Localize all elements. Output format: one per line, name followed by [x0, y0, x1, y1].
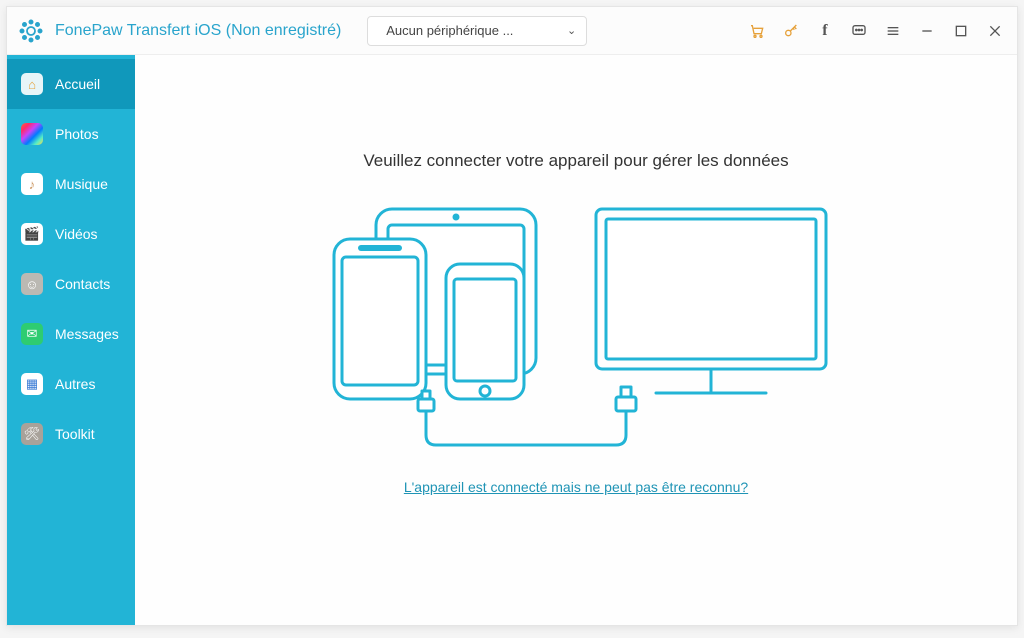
connect-illustration — [316, 199, 836, 449]
home-icon: ⌂ — [21, 73, 43, 95]
menu-icon[interactable] — [883, 21, 903, 41]
body: ⌂ Accueil Photos ♪ Musique 🎬 Vidéos ☺ Co… — [7, 55, 1017, 625]
sidebar-item-label: Contacts — [55, 276, 110, 292]
sidebar-item-label: Toolkit — [55, 426, 95, 442]
sidebar-item-label: Musique — [55, 176, 108, 192]
sidebar-item-label: Messages — [55, 326, 119, 342]
contacts-icon: ☺ — [21, 273, 43, 295]
feedback-icon[interactable] — [849, 21, 869, 41]
app-title: FonePaw Transfert iOS (Non enregistré) — [55, 22, 341, 40]
autres-icon: ▦ — [21, 373, 43, 395]
sidebar-item-toolkit[interactable]: 🛠 Toolkit — [7, 409, 135, 459]
sidebar-item-photos[interactable]: Photos — [7, 109, 135, 159]
titlebar: FonePaw Transfert iOS (Non enregistré) A… — [7, 7, 1017, 55]
sidebar-item-label: Photos — [55, 126, 99, 142]
sidebar-item-label: Autres — [55, 376, 95, 392]
facebook-icon[interactable]: f — [815, 21, 835, 41]
sidebar-item-label: Vidéos — [55, 226, 98, 242]
maximize-icon[interactable] — [951, 21, 971, 41]
minimize-icon[interactable] — [917, 21, 937, 41]
chevron-down-icon: ⌄ — [567, 24, 576, 37]
sidebar-item-messages[interactable]: ✉ Messages — [7, 309, 135, 359]
sidebar-item-autres[interactable]: ▦ Autres — [7, 359, 135, 409]
device-dropdown[interactable]: Aucun périphérique ... ⌄ — [367, 16, 587, 46]
connect-prompt: Veuillez connecter votre appareil pour g… — [363, 151, 788, 171]
main-panel: Veuillez connecter votre appareil pour g… — [135, 55, 1017, 625]
device-not-recognized-link[interactable]: L'appareil est connecté mais ne peut pas… — [404, 479, 748, 495]
sidebar-item-contacts[interactable]: ☺ Contacts — [7, 259, 135, 309]
app-window: FonePaw Transfert iOS (Non enregistré) A… — [6, 6, 1018, 626]
sidebar-item-musique[interactable]: ♪ Musique — [7, 159, 135, 209]
sidebar: ⌂ Accueil Photos ♪ Musique 🎬 Vidéos ☺ Co… — [7, 55, 135, 625]
toolkit-icon: 🛠 — [21, 423, 43, 445]
cart-icon[interactable] — [747, 21, 767, 41]
sidebar-item-videos[interactable]: 🎬 Vidéos — [7, 209, 135, 259]
photos-icon — [21, 123, 43, 145]
close-icon[interactable] — [985, 21, 1005, 41]
device-dropdown-label: Aucun périphérique ... — [386, 23, 513, 38]
key-icon[interactable] — [781, 21, 801, 41]
sidebar-item-label: Accueil — [55, 76, 100, 92]
music-icon: ♪ — [21, 173, 43, 195]
sidebar-item-accueil[interactable]: ⌂ Accueil — [7, 59, 135, 109]
app-logo-icon — [19, 19, 43, 43]
titlebar-actions: f — [747, 21, 1005, 41]
messages-icon: ✉ — [21, 323, 43, 345]
videos-icon: 🎬 — [21, 223, 43, 245]
